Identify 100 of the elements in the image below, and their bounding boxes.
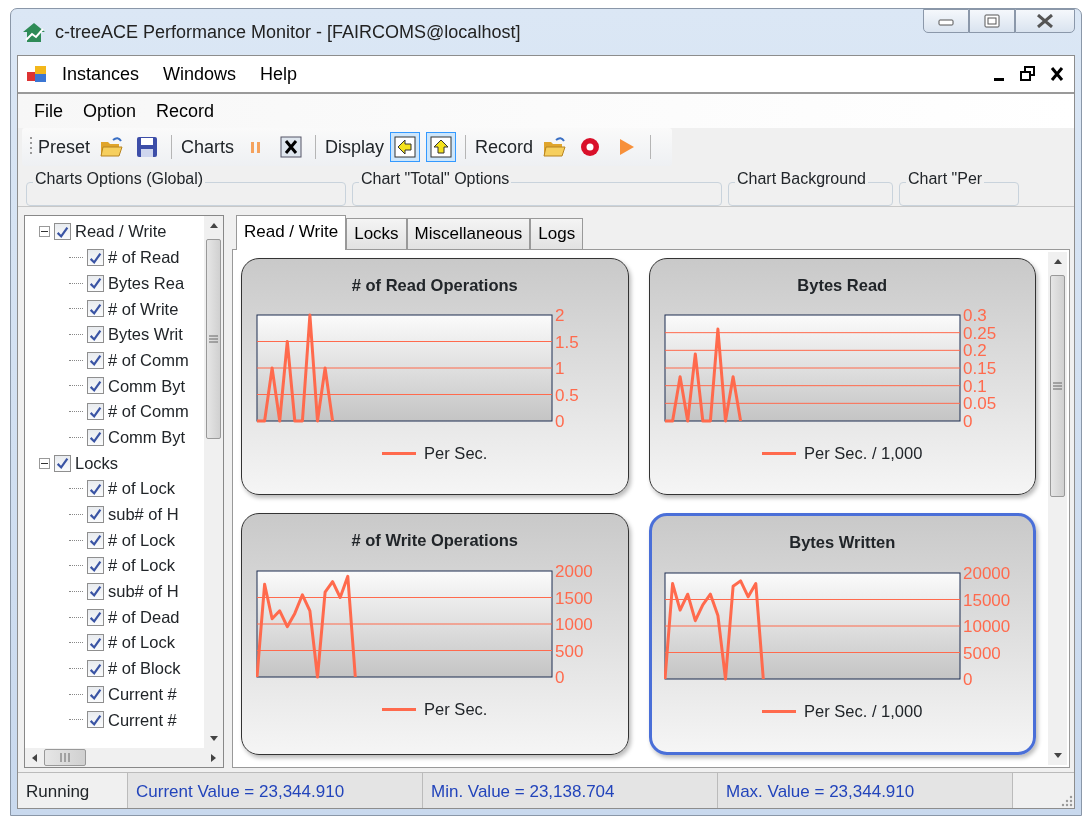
save-icon <box>135 135 160 159</box>
tree-item[interactable]: sub# of H <box>108 579 179 604</box>
arrow-left-icon <box>393 135 418 159</box>
scroll-up-icon <box>209 223 218 228</box>
chart-card[interactable]: Bytes Written 0 5000 10000 15000 20000 Per Sec. / 1,000 <box>648 513 1036 755</box>
checkbox[interactable] <box>87 480 104 498</box>
pause-icon <box>250 141 260 153</box>
axis-tick-label: 5000 <box>962 643 1001 663</box>
checkbox[interactable] <box>54 223 71 241</box>
chart-card[interactable]: # of Read Operations 0 0.5 1 1.5 2 Per Sec. <box>241 257 629 496</box>
tree-item[interactable]: Comm Byt <box>108 424 185 450</box>
menu-item[interactable]: Record <box>146 95 225 127</box>
axis-tick-label: 0 <box>962 412 973 430</box>
minimize-button[interactable] <box>923 9 969 33</box>
arrow-up-icon <box>429 135 454 159</box>
close-button[interactable] <box>1015 9 1075 33</box>
checkbox[interactable] <box>87 300 104 318</box>
folder-icon <box>542 135 567 159</box>
maximize-button[interactable] <box>969 9 1015 33</box>
menu-item[interactable]: Help <box>250 58 308 90</box>
axis-tick-label: 15000 <box>962 590 1011 610</box>
restore-icon[interactable] <box>1020 65 1036 83</box>
legend-line <box>382 707 417 711</box>
tree-item[interactable]: # of Dead <box>108 604 180 630</box>
group-label: Charts Options (Global) <box>33 169 206 189</box>
checkbox[interactable] <box>87 377 104 395</box>
tree-item[interactable]: Locks <box>75 450 119 476</box>
tab[interactable]: Miscellaneous <box>406 218 531 249</box>
tree-item[interactable]: # of Read <box>108 245 180 270</box>
scrollbar[interactable] <box>25 748 223 767</box>
grip-icon <box>209 334 218 344</box>
close-icon <box>1036 14 1054 28</box>
tree-item[interactable]: # of Comm <box>108 347 189 373</box>
tree-item[interactable]: # of Lock <box>108 553 175 579</box>
checkbox[interactable] <box>87 531 104 549</box>
tree-item[interactable]: Bytes Writ <box>108 322 183 347</box>
checkbox[interactable] <box>87 274 104 292</box>
group-label: Chart Background <box>735 169 868 189</box>
tree-item[interactable]: Current # <box>108 681 177 707</box>
checkbox[interactable] <box>87 351 104 369</box>
grip-icon <box>59 753 71 762</box>
checkbox[interactable] <box>87 403 104 421</box>
tree-item[interactable]: # of Write <box>108 296 179 322</box>
axis-tick-label: 0 <box>555 668 565 685</box>
menu-item[interactable]: File <box>24 95 73 127</box>
expander[interactable] <box>39 457 50 469</box>
close-icon[interactable] <box>1050 65 1064 83</box>
scroll-left-icon <box>32 753 37 762</box>
legend-label: Per Sec. <box>424 699 488 720</box>
axis-tick-label: 1500 <box>555 588 594 608</box>
tab[interactable]: Logs <box>530 218 584 249</box>
menu-item[interactable]: Instances <box>52 58 150 90</box>
resize-grip-icon <box>1060 794 1074 808</box>
tree-item[interactable]: sub# of H <box>108 502 179 527</box>
checkbox[interactable] <box>54 454 71 472</box>
axis-tick-label: 0.2 <box>962 341 987 361</box>
app-logo-icon <box>21 20 47 44</box>
tree-item[interactable]: # of Lock <box>108 630 175 656</box>
checkbox[interactable] <box>87 660 104 678</box>
tab[interactable]: Read / Write <box>236 215 347 250</box>
tree-item[interactable]: Current # <box>108 707 177 733</box>
checkbox[interactable] <box>87 634 104 652</box>
checkbox[interactable] <box>87 608 104 626</box>
axis-tick-label: 1 <box>555 359 565 379</box>
chart-card[interactable]: Bytes Read 0 0.05 0.1 0.15 0.2 0.25 0.3 Per Sec. / 1,000 <box>648 257 1036 496</box>
checkbox[interactable] <box>87 428 104 446</box>
menu-item[interactable]: Option <box>73 95 147 127</box>
tree-item[interactable]: # of Block <box>108 656 181 681</box>
checkbox[interactable] <box>87 685 104 703</box>
chart-card[interactable]: # of Write Operations 0 500 1000 1500 2000 Per Sec. <box>241 513 629 755</box>
checkmark-icon <box>88 583 103 600</box>
checkbox[interactable] <box>87 582 104 600</box>
status-text: Min. Value = 23,138.704 <box>423 773 718 808</box>
status-text: Current Value = 23,344.910 <box>128 773 423 808</box>
checkbox[interactable] <box>87 505 104 523</box>
legend-label: Per Sec. <box>424 443 488 465</box>
toolbar-label: Charts <box>181 135 235 159</box>
tree-item[interactable]: # of Comm <box>108 399 189 425</box>
expander[interactable] <box>39 226 50 238</box>
axis-tick-label: 2000 <box>555 563 594 581</box>
checkbox[interactable] <box>87 711 104 729</box>
checkbox[interactable] <box>87 249 104 267</box>
axis-tick-label: 1000 <box>555 615 594 634</box>
scrollbar[interactable] <box>204 216 223 748</box>
tree-item[interactable]: Read / Write <box>75 219 167 245</box>
tree-item[interactable]: Comm Byt <box>108 373 185 399</box>
grip-icon <box>1053 380 1062 391</box>
checkmark-icon <box>88 506 103 523</box>
chart-title: Bytes Read <box>797 274 888 296</box>
tree-item[interactable]: # of Lock <box>108 527 175 553</box>
menu-item[interactable]: Windows <box>153 58 247 90</box>
checkbox[interactable] <box>87 557 104 575</box>
checkbox[interactable] <box>87 326 104 344</box>
checkmark-icon <box>88 429 103 446</box>
checkmark-icon <box>88 686 103 703</box>
tree-item[interactable]: # of Lock <box>108 476 175 502</box>
scrollbar[interactable] <box>1048 251 1067 765</box>
toolbar-label: Preset <box>38 135 91 159</box>
tab[interactable]: Locks <box>346 218 407 249</box>
tree-item[interactable]: Bytes Rea <box>108 270 185 296</box>
